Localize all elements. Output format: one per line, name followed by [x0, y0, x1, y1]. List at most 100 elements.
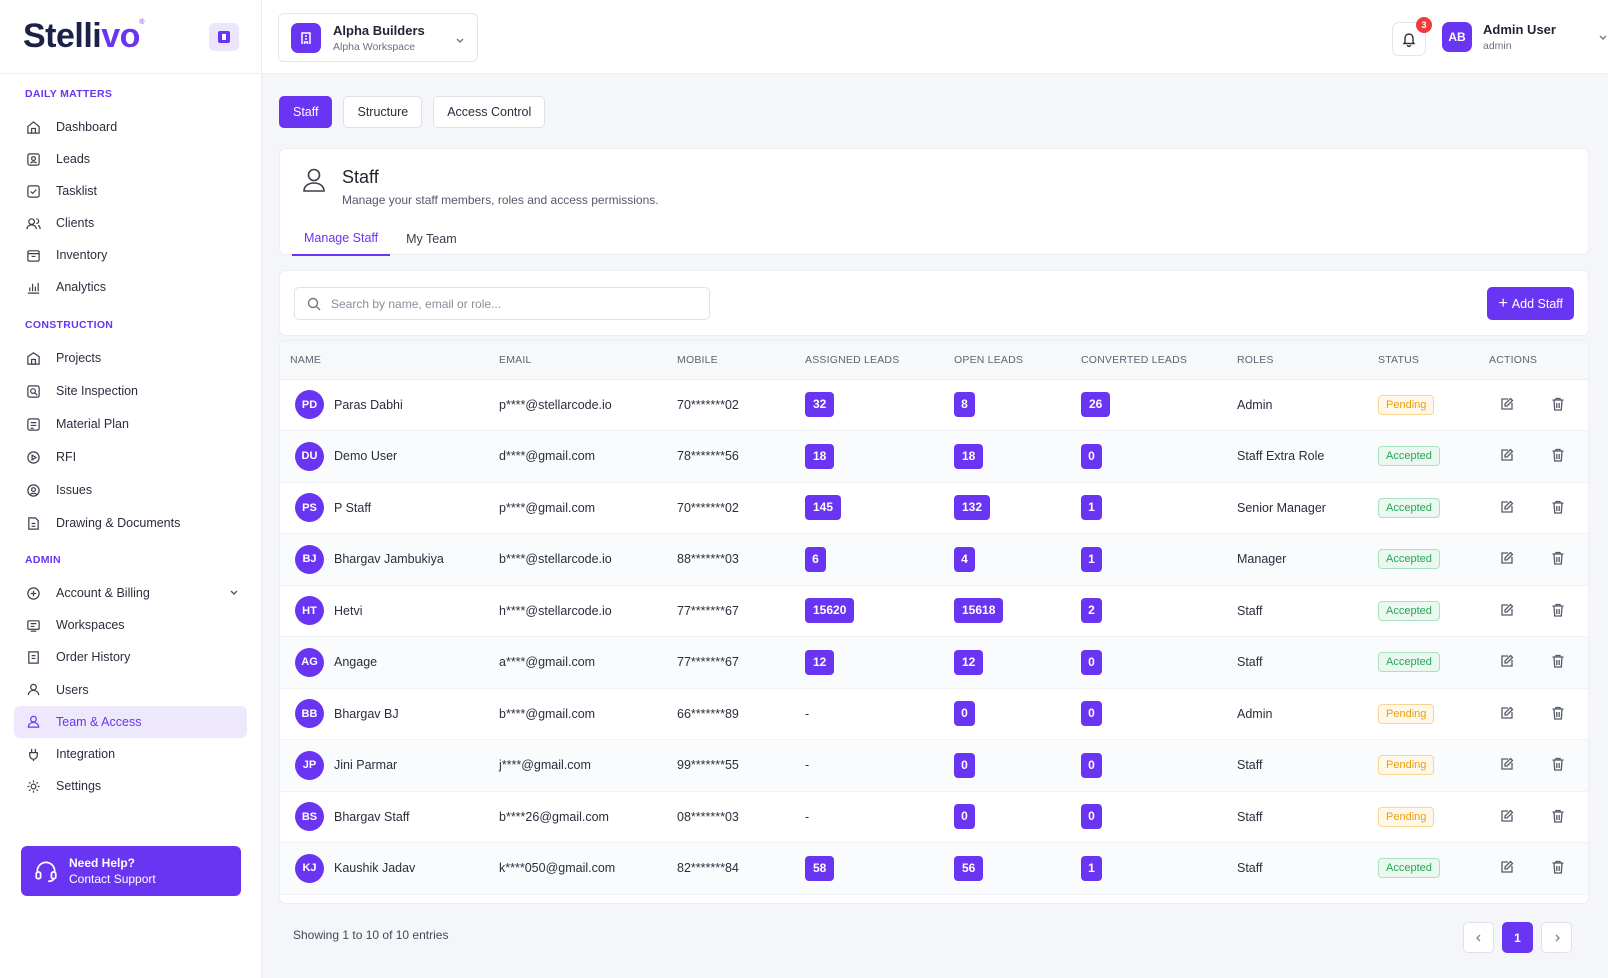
edit-icon[interactable] [1498, 549, 1516, 567]
notification-count-badge: 3 [1416, 17, 1432, 33]
email-cell: j****@gmail.com [489, 739, 667, 792]
settings-icon [25, 778, 41, 794]
edit-icon[interactable] [1498, 858, 1516, 876]
delete-icon[interactable] [1549, 807, 1567, 825]
sidebar-item-label: Material Plan [56, 417, 129, 431]
search-icon [307, 297, 321, 310]
notifications-button[interactable]: 3 [1392, 17, 1432, 56]
chevron-left-icon [1475, 934, 1480, 941]
open-leads-cell: 0 [944, 688, 1071, 740]
column-header-actions: ACTIONS [1479, 341, 1588, 380]
add-staff-button[interactable]: + Add Staff [1487, 287, 1574, 320]
delete-icon[interactable] [1549, 858, 1567, 876]
delete-icon[interactable] [1549, 755, 1567, 773]
delete-icon[interactable] [1549, 549, 1567, 567]
prev-page-button[interactable] [1463, 922, 1494, 953]
status-badge: Pending [1378, 703, 1435, 724]
table-row: BJ Bhargav Jambukiya b****@stellarcode.i… [280, 533, 1588, 586]
sidebar-item-material-plan[interactable]: Material Plan [14, 408, 247, 440]
mobile-cell: 88*******03 [667, 533, 795, 586]
converted-leads-cell: 0 [1071, 791, 1227, 843]
tab-structure[interactable]: Structure [343, 96, 423, 128]
sidebar-item-label: Site Inspection [56, 384, 138, 398]
converted-leads-cell: 0 [1071, 636, 1227, 689]
sidebar-item-inventory[interactable]: Inventory [14, 239, 247, 271]
sub-tabs: Manage Staff My Team [292, 221, 473, 256]
sidebar-item-account-and-billing[interactable]: Account & Billing [14, 577, 247, 609]
name-cell: PD Paras Dabhi [280, 379, 489, 431]
count-badge: 1 [1081, 546, 1102, 572]
delete-icon[interactable] [1549, 652, 1567, 670]
sidebar-item-drawing-and-documents[interactable]: Drawing & Documents [14, 507, 247, 539]
delete-icon[interactable] [1549, 395, 1567, 413]
delete-icon[interactable] [1549, 446, 1567, 464]
page-1-button[interactable]: 1 [1502, 922, 1533, 953]
name-cell: AG Angage [280, 636, 489, 689]
edit-icon[interactable] [1498, 807, 1516, 825]
staff-table-card: NAME EMAIL MOBILE ASSIGNED LEADS OPEN LEADS C… [279, 340, 1589, 904]
count-badge: 12 [805, 649, 835, 675]
page-title: Staff [342, 167, 379, 187]
sidebar-item-users[interactable]: Users [14, 674, 247, 706]
help-card[interactable]: Need Help? Contact Support [21, 846, 241, 896]
delete-icon[interactable] [1549, 601, 1567, 619]
delete-icon[interactable] [1549, 704, 1567, 722]
sidebar-item-label: Order History [56, 650, 131, 665]
status-cell: Accepted [1368, 533, 1479, 586]
sidebar-item-issues[interactable]: Issues [14, 474, 247, 506]
sidebar-item-clients[interactable]: Clients [14, 207, 247, 239]
rfi-icon [25, 449, 41, 465]
sidebar-item-projects[interactable]: Projects [14, 342, 247, 374]
actions-cell [1479, 533, 1588, 586]
edit-icon[interactable] [1498, 704, 1516, 722]
email-cell: b****@gmail.com [489, 688, 667, 740]
count-badge: 0 [1081, 804, 1102, 830]
edit-icon[interactable] [1498, 498, 1516, 516]
status-badge: Pending [1378, 394, 1435, 415]
tab-my-team[interactable]: My Team [394, 221, 468, 256]
sidebar-item-leads[interactable]: Leads [14, 143, 247, 175]
sidebar-item-dashboard[interactable]: Dashboard [14, 111, 247, 143]
sidebar-item-site-inspection[interactable]: Site Inspection [14, 375, 247, 407]
sidebar-item-settings[interactable]: Settings [14, 770, 247, 802]
tab-manage-staff[interactable]: Manage Staff [292, 221, 391, 256]
sidebar-item-team-and-access[interactable]: Team & Access [14, 705, 247, 738]
headset-icon [35, 861, 57, 883]
sidebar-item-analytics[interactable]: Analytics [14, 271, 247, 303]
workspace-switcher[interactable]: Alpha Builders Alpha Workspace [278, 13, 478, 62]
converted-leads-cell: 1 [1071, 533, 1227, 586]
sidebar-item-workspaces[interactable]: Workspaces [14, 609, 247, 641]
staff-name: Angage [334, 655, 378, 670]
actions-cell [1479, 482, 1588, 534]
avatar: HT [295, 596, 324, 626]
edit-icon[interactable] [1498, 446, 1516, 464]
sidebar-item-rfi[interactable]: RFI [14, 441, 247, 473]
sidebar-collapse-button[interactable] [209, 22, 239, 51]
sidebar-item-integration[interactable]: Integration [14, 738, 247, 770]
column-header-converted-leads: CONVERTED LEADS [1071, 341, 1227, 380]
search-box[interactable] [294, 287, 710, 320]
role-cell: Staff Extra Role [1227, 430, 1368, 483]
status-badge: Pending [1378, 806, 1435, 827]
tab-staff[interactable]: Staff [279, 96, 333, 128]
search-input[interactable] [331, 296, 691, 311]
sidebar-item-order-history[interactable]: Order History [14, 641, 247, 673]
role-cell: Admin [1227, 688, 1368, 740]
edit-icon[interactable] [1498, 395, 1516, 413]
email-cell: h****@stellarcode.io [489, 585, 667, 637]
edit-icon[interactable] [1498, 755, 1516, 773]
assigned-leads-cell: 58 [795, 842, 944, 895]
converted-leads-cell: 2 [1071, 585, 1227, 637]
delete-icon[interactable] [1549, 498, 1567, 516]
next-page-button[interactable] [1541, 922, 1572, 953]
count-badge: 132 [954, 495, 991, 521]
user-menu[interactable]: AB Admin User admin [1442, 22, 1608, 52]
user-avatar: AB [1442, 22, 1472, 52]
tab-access-control[interactable]: Access Control [433, 96, 546, 128]
edit-icon[interactable] [1498, 652, 1516, 670]
mobile-cell: 77*******67 [667, 585, 795, 637]
chevron-down-icon [455, 33, 465, 48]
edit-icon[interactable] [1498, 601, 1516, 619]
sidebar-item-tasklist[interactable]: Tasklist [14, 175, 247, 207]
role-cell: Senior Manager [1227, 482, 1368, 534]
